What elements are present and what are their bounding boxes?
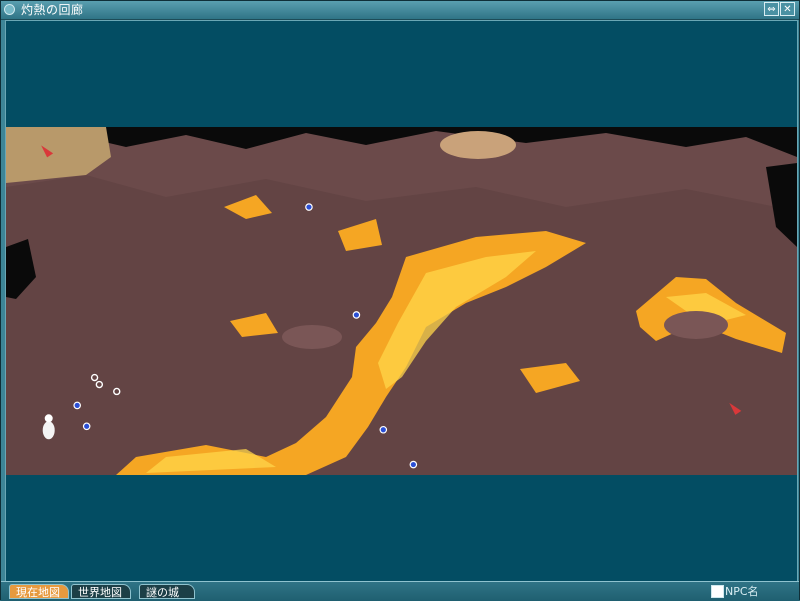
- npc-name-checkbox[interactable]: [711, 585, 724, 598]
- rock-ridge: [282, 325, 342, 349]
- window-icon: [4, 4, 15, 15]
- portal-marker: [73, 401, 81, 410]
- title-bar[interactable]: 灼熱の回廊 ⇔ ✕: [1, 1, 799, 20]
- portal-marker: [305, 203, 313, 211]
- close-button[interactable]: ✕: [780, 2, 795, 16]
- bottom-bar: 現在地図 世界地図 謎の城 NPC名: [1, 581, 799, 601]
- portal-marker: [379, 425, 388, 434]
- map-viewport[interactable]: [5, 20, 798, 582]
- ruins-structure: [440, 131, 516, 159]
- pin-button[interactable]: ⇔: [764, 2, 779, 16]
- portal-marker: [409, 460, 418, 469]
- portal-marker: [352, 311, 361, 319]
- dungeon-map[interactable]: [6, 127, 797, 475]
- tab-world-map[interactable]: 世界地図: [71, 584, 131, 599]
- map-window: 灼熱の回廊 ⇔ ✕ 現在地図 世界地図 謎の城 NPC名: [0, 0, 800, 601]
- portal-marker: [82, 422, 91, 431]
- rock-island: [664, 311, 728, 339]
- window-title: 灼熱の回廊: [21, 3, 84, 17]
- npc-name-label: NPC名: [725, 585, 759, 598]
- tab-mystery-castle[interactable]: 謎の城: [139, 584, 195, 599]
- tab-current-map[interactable]: 現在地図: [9, 584, 69, 599]
